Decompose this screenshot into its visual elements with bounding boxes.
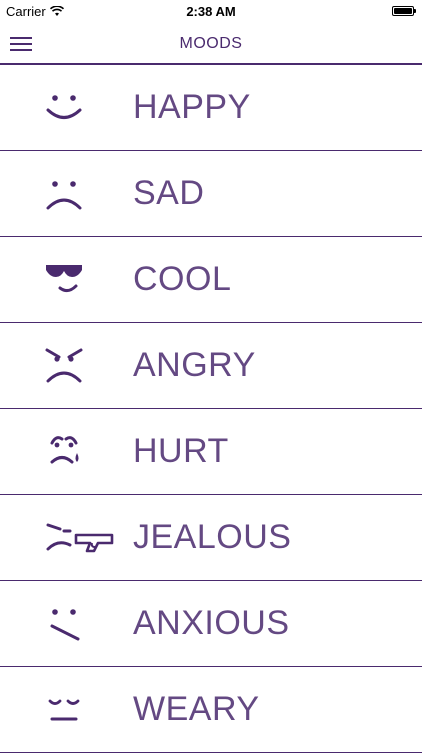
mood-label: HAPPY [133,88,251,126]
mood-row-angry[interactable]: ANGRY [0,323,422,409]
page-title: MOODS [179,35,243,52]
mood-row-anxious[interactable]: ANXIOUS [0,581,422,667]
mood-label: ANXIOUS [133,604,290,642]
status-time: 2:38 AM [186,4,236,19]
anxious-face-icon [40,601,120,647]
happy-face-icon [40,85,120,131]
hurt-face-icon [40,429,120,475]
weary-face-icon [40,687,120,733]
mood-row-hurt[interactable]: HURT [0,409,422,495]
cool-face-icon [40,257,120,303]
mood-label: JEALOUS [133,518,292,556]
mood-row-sad[interactable]: SAD [0,151,422,237]
mood-label: HURT [133,432,229,470]
mood-list: HAPPY SAD COOL ANGRY HURT JEALOUS ANXIOU… [0,65,422,753]
battery-icon [392,6,416,16]
mood-label: ANGRY [133,346,256,384]
mood-label: SAD [133,174,205,212]
navigation-bar: MOODS [0,24,422,65]
mood-row-cool[interactable]: COOL [0,237,422,323]
sad-face-icon [40,171,120,217]
mood-row-happy[interactable]: HAPPY [0,65,422,151]
mood-row-weary[interactable]: WEARY [0,667,422,753]
mood-label: COOL [133,260,232,298]
mood-label: WEARY [133,690,260,728]
status-bar: Carrier 2:38 AM [0,0,422,24]
jealous-face-icon [40,515,120,561]
angry-face-icon [40,343,120,389]
mood-row-jealous[interactable]: JEALOUS [0,495,422,581]
